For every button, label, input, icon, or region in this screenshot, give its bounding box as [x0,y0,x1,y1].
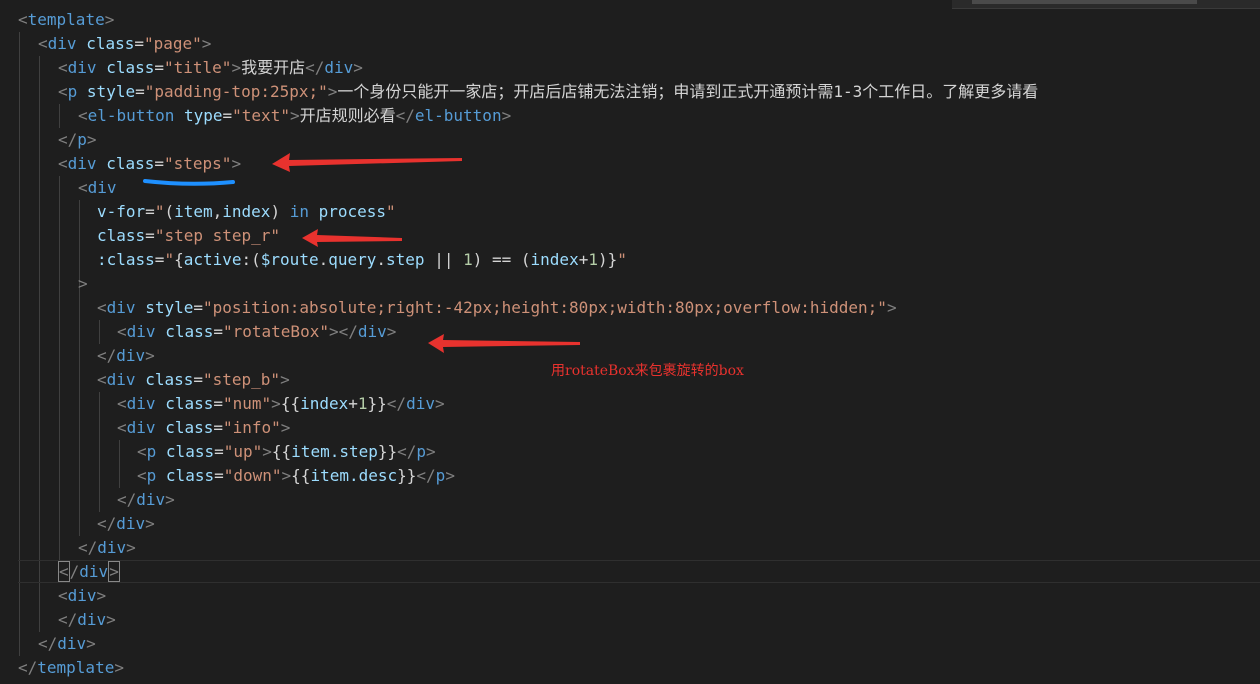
code-editor[interactable]: <template> <div class="page"> <div class… [0,0,1260,684]
annotation-overlay [143,153,580,353]
blue-underline [143,179,235,186]
annotation-text: 用rotateBox来包裹旋转的box [551,363,744,379]
red-arrow-step-r [302,229,402,247]
red-arrow-steps [272,153,462,172]
red-arrow-rotatebox [428,334,580,353]
